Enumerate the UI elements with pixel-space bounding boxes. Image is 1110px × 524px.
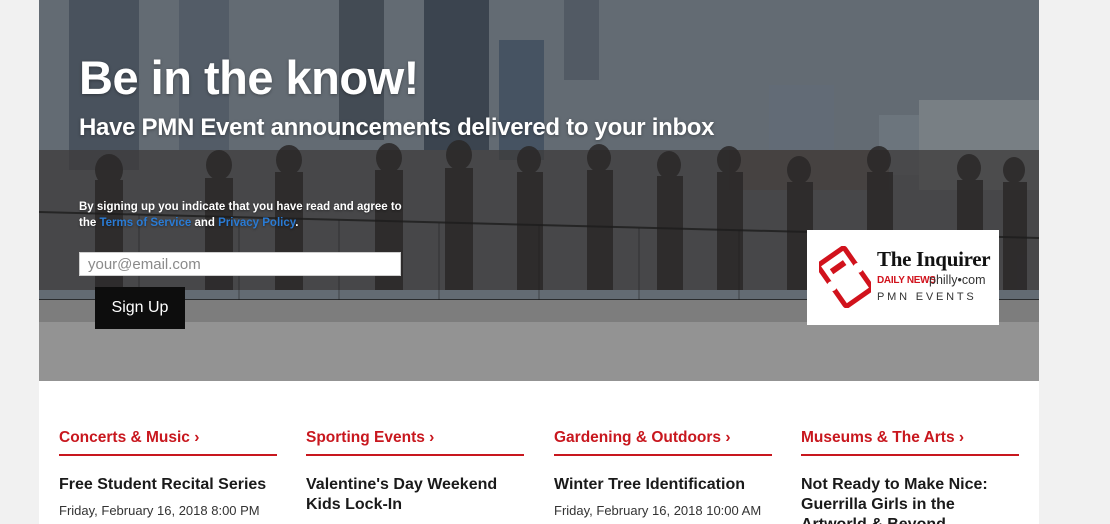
hero-title: Be in the know! — [79, 51, 419, 104]
event-date: Friday, February 16, 2018 10:00 AM — [554, 503, 762, 518]
event-title[interactable]: Free Student Recital Series — [59, 475, 277, 495]
category-museums-arts: Museums & The Arts › Not Ready to Make N… — [801, 429, 1019, 524]
privacy-policy-link[interactable]: Privacy Policy — [218, 217, 295, 229]
consent-and: and — [191, 217, 219, 229]
category-gardening-outdoors: Gardening & Outdoors › Winter Tree Ident… — [554, 429, 772, 518]
category-link-sporting-events[interactable]: Sporting Events › — [306, 429, 524, 456]
terms-of-service-link[interactable]: Terms of Service — [99, 217, 191, 229]
category-link-museums-arts[interactable]: Museums & The Arts › — [801, 429, 1019, 456]
event-title[interactable]: Not Ready to Make Nice: Guerrilla Girls … — [801, 475, 1019, 524]
category-link-concerts-music[interactable]: Concerts & Music › — [59, 429, 277, 456]
page: Be in the know! Have PMN Event announcem… — [39, 0, 1039, 524]
email-input[interactable] — [79, 252, 401, 276]
logo-pmn-events-text: PMN EVENTS — [877, 291, 977, 303]
logo-inquirer-text: The Inquirer — [877, 247, 991, 271]
category-concerts-music: Concerts & Music › Free Student Recital … — [59, 429, 277, 518]
event-title[interactable]: Valentine's Day Weekend Kids Lock-In — [306, 475, 524, 515]
event-date: Friday, February 16, 2018 8:00 PM — [59, 503, 260, 518]
ticket-icon — [819, 246, 871, 308]
event-title[interactable]: Winter Tree Identification — [554, 475, 772, 495]
category-link-gardening-outdoors[interactable]: Gardening & Outdoors › — [554, 429, 772, 456]
signup-hero: Be in the know! Have PMN Event announcem… — [39, 0, 1039, 381]
pmn-events-logo: The Inquirer DAILY NEWS philly•com PMN E… — [807, 230, 999, 325]
sign-up-button[interactable]: Sign Up — [95, 287, 185, 329]
logo-daily-news-text: DAILY NEWS — [877, 275, 936, 286]
consent-suffix: . — [295, 217, 299, 229]
category-sporting-events: Sporting Events › Valentine's Day Weeken… — [306, 429, 524, 523]
hero-subtitle: Have PMN Event announcements delivered t… — [79, 114, 715, 141]
consent-text: By signing up you indicate that you have… — [79, 199, 409, 231]
logo-philly-text: philly•com — [929, 273, 986, 287]
